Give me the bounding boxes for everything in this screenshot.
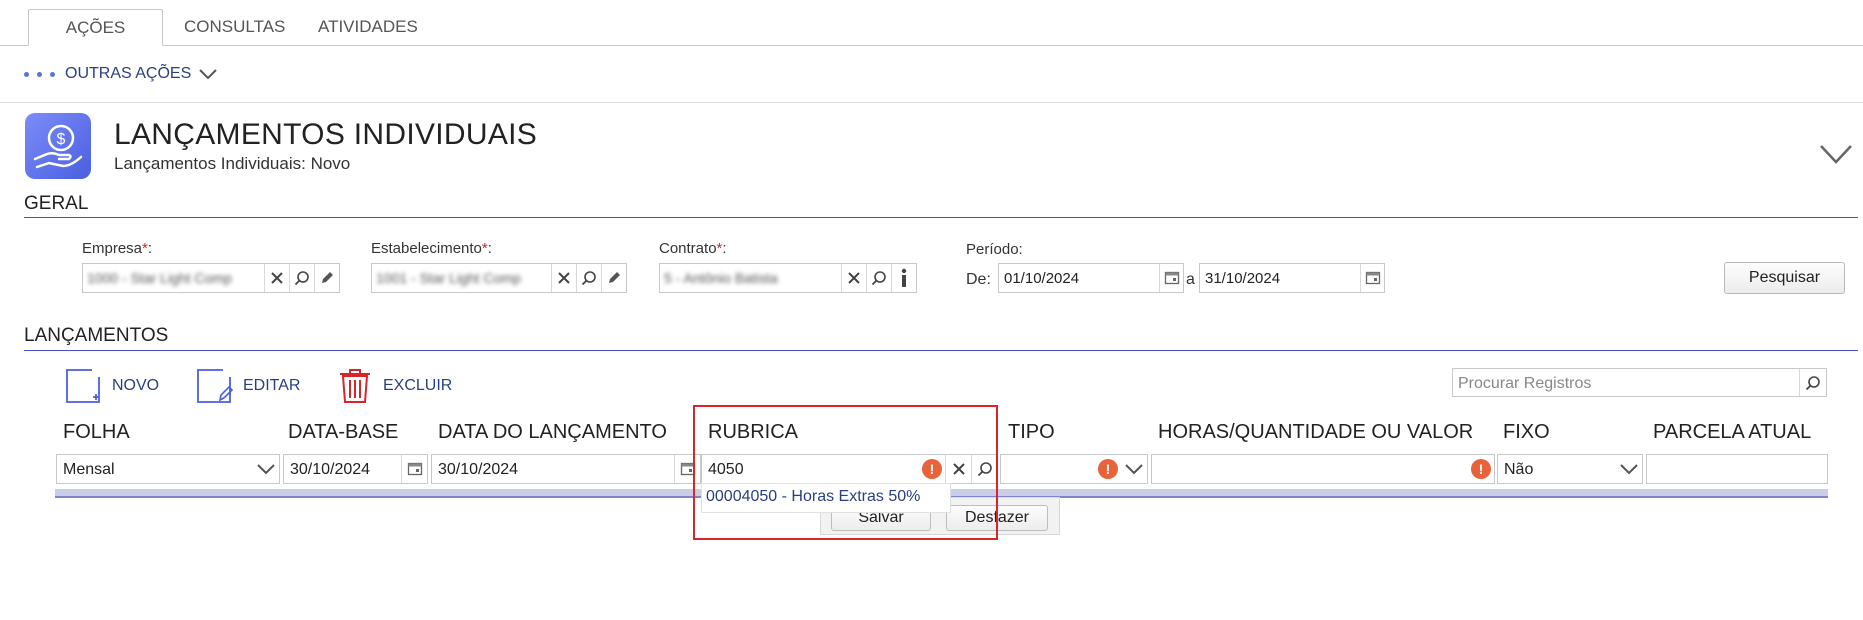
edit-label: EDITAR <box>243 377 301 394</box>
edit-pencil-icon[interactable] <box>601 264 626 292</box>
tab-consultas[interactable]: CONSULTAS <box>168 9 298 46</box>
estabelecimento-value[interactable]: 1001 - Star Light Comp <box>372 264 551 292</box>
search-button[interactable]: Pesquisar <box>1724 262 1845 294</box>
error-icon: ! <box>1095 455 1121 483</box>
clear-icon[interactable] <box>264 264 289 292</box>
periodo-label: Período: <box>966 241 1023 258</box>
contrato-field[interactable]: 5 - Antônio Batista <box>659 263 917 293</box>
divider <box>0 102 1863 103</box>
fixo-value[interactable]: Não <box>1498 455 1616 483</box>
chevron-down-icon[interactable] <box>253 455 279 483</box>
col-header-fixo: FIXO <box>1503 421 1550 443</box>
parcela-value[interactable] <box>1647 455 1827 483</box>
edit-pencil-icon[interactable] <box>314 264 339 292</box>
tab-bar: AÇÕES CONSULTAS ATIVIDADES <box>0 0 1863 46</box>
chevron-down-icon[interactable] <box>1616 455 1642 483</box>
col-header-horas: HORAS/QUANTIDADE OU VALOR <box>1158 421 1474 443</box>
empresa-label: Empresa*: <box>82 240 153 257</box>
folha-value[interactable]: Mensal <box>57 455 253 483</box>
search-icon[interactable] <box>289 264 314 292</box>
highlight-annotation <box>693 405 998 540</box>
data-base-value[interactable]: 30/10/2024 <box>284 455 401 483</box>
horas-value[interactable] <box>1152 455 1468 483</box>
periodo-start-value[interactable]: 01/10/2024 <box>999 264 1159 292</box>
new-label: NOVO <box>112 377 160 394</box>
section-rule <box>24 217 1858 218</box>
tab-atividades[interactable]: ATIVIDADES <box>302 9 430 46</box>
section-rule <box>24 350 1858 351</box>
empresa-value[interactable]: 1000 - Star Light Comp <box>83 264 264 292</box>
tab-acoes[interactable]: AÇÕES <box>28 9 163 46</box>
search-records-field[interactable]: Procurar Registros <box>1452 368 1827 397</box>
periodo-de-label: De: <box>966 271 991 288</box>
info-icon[interactable] <box>891 264 916 292</box>
calendar-icon[interactable] <box>401 455 427 483</box>
periodo-a-label: a <box>1186 271 1195 288</box>
money-hand-icon: $ <box>25 113 91 179</box>
section-title-lancamentos: LANÇAMENTOS <box>24 325 169 346</box>
contrato-value[interactable]: 5 - Antônio Batista <box>660 264 841 292</box>
tipo-select[interactable]: ! <box>1000 454 1148 484</box>
parcela-field[interactable] <box>1646 454 1828 484</box>
search-records-input[interactable]: Procurar Registros <box>1453 369 1799 396</box>
search-icon[interactable] <box>1799 369 1826 396</box>
error-icon: ! <box>1468 455 1494 483</box>
svg-text:$: $ <box>57 131 66 148</box>
data-base-field[interactable]: 30/10/2024 <box>283 454 428 484</box>
col-header-parcela: PARCELA ATUAL <box>1653 421 1812 443</box>
section-title-geral: GERAL <box>24 193 89 214</box>
periodo-end-value[interactable]: 31/10/2024 <box>1200 264 1360 292</box>
page-title: LANÇAMENTOS INDIVIDUAIS <box>114 118 538 151</box>
folha-select[interactable]: Mensal <box>56 454 280 484</box>
other-actions-label: OUTRAS AÇÕES <box>65 65 192 82</box>
empresa-field[interactable]: 1000 - Star Light Comp <box>82 263 340 293</box>
edit-button[interactable]: EDITAR <box>195 367 300 405</box>
delete-button[interactable]: EXCLUIR <box>337 367 452 405</box>
col-header-data-lancamento: DATA DO LANÇAMENTO <box>438 421 667 443</box>
trash-icon <box>340 369 370 403</box>
estabelecimento-field[interactable]: 1001 - Star Light Comp <box>371 263 627 293</box>
other-actions-menu[interactable]: OUTRAS AÇÕES <box>24 60 219 88</box>
edit-record-icon <box>197 369 233 403</box>
fixo-select[interactable]: Não <box>1497 454 1643 484</box>
new-record-icon <box>66 369 100 403</box>
collapse-chevron-icon[interactable] <box>1818 142 1854 166</box>
search-icon[interactable] <box>576 264 601 292</box>
data-lancamento-value[interactable]: 30/10/2024 <box>432 455 674 483</box>
col-header-data-base: DATA-BASE <box>288 421 399 443</box>
horas-field[interactable]: ! <box>1151 454 1495 484</box>
chevron-down-icon <box>199 69 217 80</box>
periodo-start-field[interactable]: 01/10/2024 <box>998 263 1184 293</box>
page-subtitle: Lançamentos Individuais: Novo <box>114 154 351 173</box>
new-button[interactable]: NOVO <box>64 367 159 405</box>
delete-label: EXCLUIR <box>383 377 453 394</box>
clear-icon[interactable] <box>841 264 866 292</box>
col-header-folha: FOLHA <box>63 421 130 443</box>
search-icon[interactable] <box>866 264 891 292</box>
calendar-icon[interactable] <box>1159 264 1183 292</box>
col-header-tipo: TIPO <box>1008 421 1055 443</box>
periodo-end-field[interactable]: 31/10/2024 <box>1199 263 1385 293</box>
calendar-icon[interactable] <box>1360 264 1384 292</box>
contrato-label: Contrato*: <box>659 240 727 257</box>
data-lancamento-field[interactable]: 30/10/2024 <box>431 454 701 484</box>
more-dots-icon <box>24 71 55 77</box>
estabelecimento-label: Estabelecimento*: <box>371 240 492 257</box>
tipo-value[interactable] <box>1001 455 1095 483</box>
clear-icon[interactable] <box>551 264 576 292</box>
chevron-down-icon[interactable] <box>1121 455 1147 483</box>
